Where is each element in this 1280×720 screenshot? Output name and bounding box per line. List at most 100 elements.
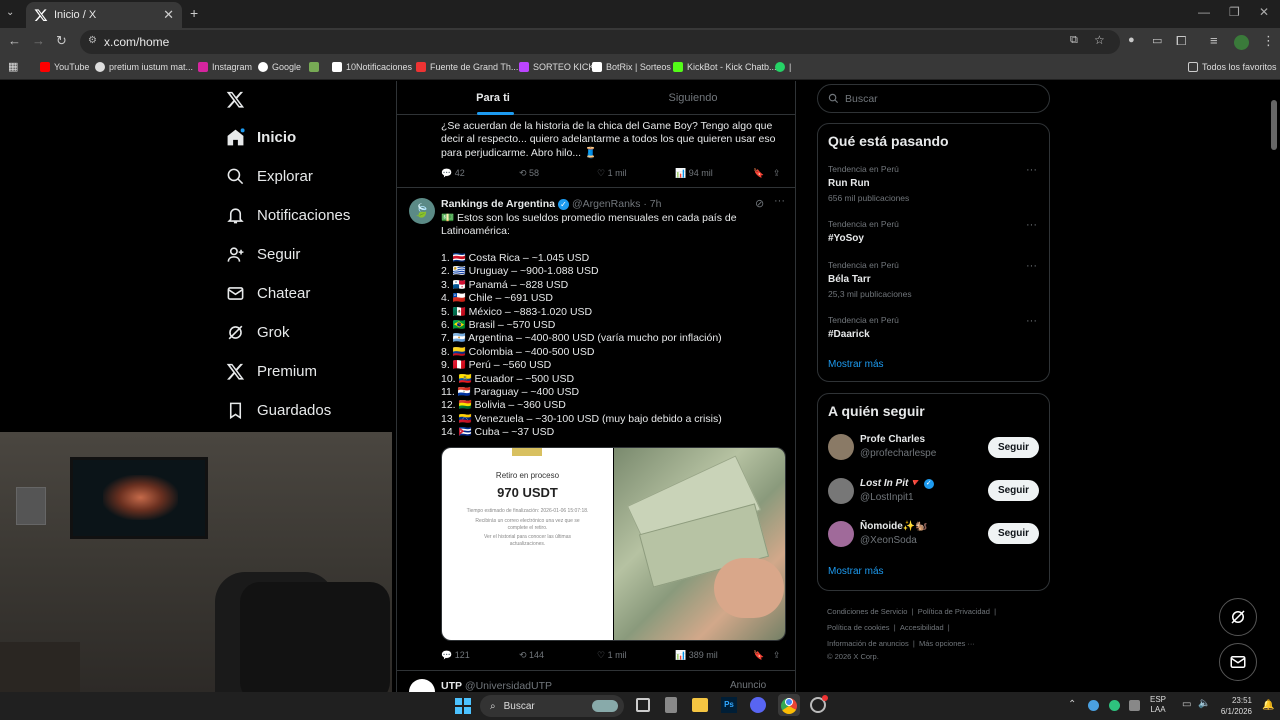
views-button[interactable]: 📊 94 mil — [675, 168, 753, 179]
grok-floating-button[interactable] — [1219, 598, 1257, 636]
nav-grok[interactable]: Grok — [226, 323, 290, 342]
follow-button[interactable]: Seguir — [988, 480, 1039, 501]
bookmark-kickbot[interactable]: KickBot - Kick Chatb... — [673, 62, 777, 72]
forward-icon[interactable]: → — [32, 33, 45, 48]
reading-list-icon[interactable]: ≡ — [1210, 33, 1218, 48]
bookmark-star-icon[interactable]: ☆ — [1094, 33, 1105, 47]
task-view-icon[interactable] — [636, 698, 650, 712]
nav-bookmarks[interactable]: Guardados — [226, 401, 331, 420]
photoshop-icon[interactable]: Ps — [721, 697, 737, 713]
trend-more-icon[interactable]: ··· — [1026, 315, 1037, 327]
volume-icon[interactable]: 🔈 — [1198, 698, 1210, 709]
tray-icon[interactable] — [1129, 700, 1140, 711]
app-icon[interactable] — [810, 695, 828, 713]
search-input[interactable]: Buscar — [817, 84, 1050, 113]
trend-item[interactable]: Tendencia en Perú #Daarick — [828, 315, 1038, 340]
follow-suggestion[interactable]: Ñomoide✨🐿️ @XeonSoda — [860, 521, 928, 546]
tray-icon[interactable] — [1109, 700, 1120, 711]
follow-suggestion[interactable]: Lost In Pit🔻 ✓ @LostInpit1 — [860, 478, 934, 503]
trend-item[interactable]: Tendencia en Perú #YoSoy — [828, 219, 1038, 244]
bookmark-icon[interactable]: 🔖 — [753, 168, 773, 179]
avatar[interactable]: 🍃 — [409, 198, 435, 224]
address-bar[interactable]: ⚙ x.com/home ⧉ ☆ — [80, 30, 1120, 54]
bookmark-sorteo-kick[interactable]: SORTEO KICK — [519, 62, 594, 72]
page-scrollbar[interactable] — [1271, 100, 1277, 150]
minimize-icon[interactable]: — — [1198, 5, 1210, 19]
tab-home[interactable]: Inicio / X ✕ — [26, 2, 182, 28]
close-window-icon[interactable]: ✕ — [1259, 5, 1269, 19]
bookmark-grand-theft[interactable]: Fuente de Grand Th... — [416, 62, 518, 72]
tray-icon[interactable] — [1088, 700, 1099, 711]
windows-start-icon[interactable] — [455, 698, 471, 714]
bookmark-youtube[interactable]: YouTube — [40, 62, 89, 72]
show-more-link[interactable]: Mostrar más — [828, 359, 884, 370]
chrome-icon[interactable] — [778, 694, 800, 716]
like-button[interactable]: ♡ 1 mil — [597, 168, 675, 179]
back-icon[interactable]: ← — [8, 33, 21, 48]
extension-icon-2[interactable]: ▭ — [1152, 34, 1162, 47]
language-indicator[interactable]: ESP LAA — [1150, 695, 1166, 715]
bookmark-instagram[interactable]: Instagram — [198, 62, 252, 72]
bookmark-10notificaciones[interactable]: 10Notificaciones — [332, 62, 412, 72]
nav-home[interactable]: Inicio — [226, 128, 296, 147]
apps-grid-icon[interactable]: ▦ — [8, 60, 18, 73]
more-options-icon[interactable]: ··· — [774, 195, 785, 207]
notifications-icon[interactable]: 🔔 — [1262, 700, 1274, 711]
clock[interactable]: 23:51 6/1/2026 — [1214, 695, 1252, 717]
all-bookmarks[interactable]: Todos los favoritos — [1188, 62, 1277, 72]
tab-close-icon[interactable]: ✕ — [163, 7, 174, 23]
bookmark-google[interactable]: Google — [258, 62, 301, 72]
discord-icon[interactable] — [750, 697, 766, 713]
site-info-icon[interactable]: ⚙ — [88, 35, 97, 46]
taskbar-search[interactable]: ⌕ Buscar — [480, 695, 624, 717]
nav-explore[interactable]: Explorar — [226, 167, 313, 186]
avatar[interactable] — [828, 434, 854, 460]
avatar[interactable] — [828, 521, 854, 547]
tab-para-ti[interactable]: Para ti — [397, 81, 589, 115]
like-button[interactable]: ♡ 1 mil — [597, 650, 675, 661]
bookmark-unnamed[interactable] — [309, 62, 323, 72]
x-logo-icon[interactable] — [226, 90, 245, 109]
trend-item[interactable]: Tendencia en Perú Run Run 656 mil public… — [828, 164, 1038, 203]
tray-chevron-icon[interactable]: ⌃ — [1068, 699, 1076, 710]
grok-explain-icon[interactable]: ⊘ — [755, 197, 764, 210]
nav-notifications[interactable]: Notificaciones — [226, 206, 350, 225]
bookmark-botrix[interactable]: BotRix | Sorteos — [592, 62, 671, 72]
nav-premium[interactable]: Premium — [226, 362, 317, 381]
maximize-icon[interactable]: ❐ — [1229, 5, 1240, 19]
tab-list-chevron-icon[interactable]: ⌄ — [6, 7, 14, 18]
extensions-puzzle-icon[interactable]: ⧠ — [1176, 33, 1186, 49]
trend-more-icon[interactable]: ··· — [1026, 260, 1037, 272]
follow-suggestion[interactable]: Profe Charles @profecharlespe — [860, 434, 936, 459]
follow-button[interactable]: Seguir — [988, 523, 1039, 544]
trend-item[interactable]: Tendencia en Perú Béla Tarr 25,3 mil pub… — [828, 260, 1038, 299]
trend-more-icon[interactable]: ··· — [1026, 219, 1037, 231]
show-more-link[interactable]: Mostrar más — [828, 566, 884, 577]
avatar[interactable] — [409, 679, 435, 693]
reply-button[interactable]: 💬 42 — [441, 168, 519, 179]
retweet-button[interactable]: ⟲ 144 — [519, 650, 597, 661]
extension-icon-1[interactable]: ● — [1128, 34, 1135, 46]
profile-avatar[interactable] — [1234, 35, 1249, 50]
tweet-author-name[interactable]: Rankings de Argentina — [441, 198, 555, 210]
reload-icon[interactable]: ↻ — [56, 33, 67, 49]
bookmark-icon[interactable]: 🔖 — [753, 650, 773, 661]
app-icon[interactable] — [665, 697, 677, 713]
browser-menu-icon[interactable]: ⋮ — [1262, 33, 1275, 49]
avatar[interactable] — [828, 478, 854, 504]
nav-chat[interactable]: Chatear — [226, 284, 310, 303]
views-button[interactable]: 📊 389 mil — [675, 650, 753, 661]
follow-button[interactable]: Seguir — [988, 437, 1039, 458]
file-explorer-icon[interactable] — [692, 698, 708, 712]
trend-more-icon[interactable]: ··· — [1026, 164, 1037, 176]
new-tab-icon[interactable]: + — [190, 5, 198, 21]
tab-siguiendo[interactable]: Siguiendo — [597, 81, 789, 115]
share-icon[interactable]: ⇪ — [773, 168, 781, 179]
bookmark-pretium[interactable]: pretium iustum mat... — [95, 62, 193, 72]
tweet-2-media[interactable]: Retiro en proceso 970 USDT Tiempo estima… — [441, 447, 786, 641]
bookmark-whatsapp[interactable]: | — [775, 62, 791, 72]
install-app-icon[interactable]: ⧉ — [1070, 34, 1078, 47]
nav-follow[interactable]: Seguir — [226, 245, 300, 264]
retweet-button[interactable]: ⟲ 58 — [519, 168, 597, 179]
messages-floating-button[interactable] — [1219, 643, 1257, 681]
